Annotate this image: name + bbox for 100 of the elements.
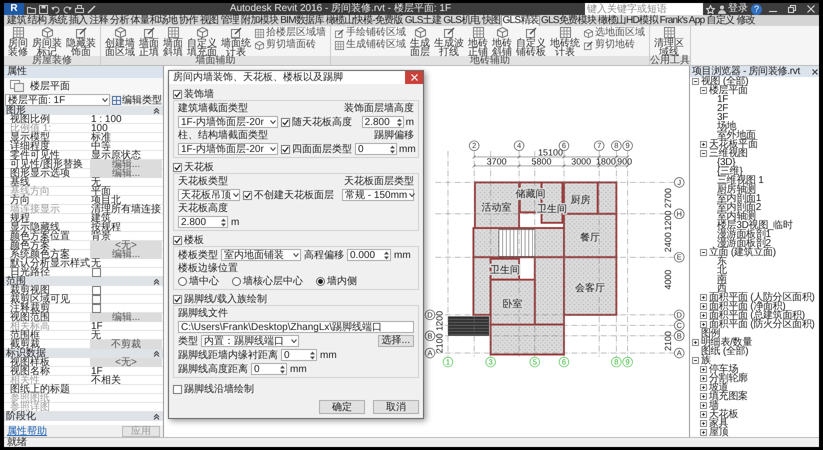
property-button[interactable]: 编辑...: [90, 250, 162, 259]
ribbon-tab[interactable]: GLS机电: [442, 15, 481, 26]
ribbon-button[interactable]: 生成面层: [409, 27, 431, 57]
close-icon[interactable]: [812, 68, 818, 74]
sign-in-button[interactable]: 登录: [718, 3, 748, 15]
tree-item[interactable]: 天花板平面: [709, 140, 758, 149]
ribbon-button[interactable]: 生成波打线: [433, 27, 465, 57]
tree-item[interactable]: 室内轴测: [717, 212, 756, 221]
tree-item[interactable]: 立面 (建筑立面): [709, 248, 776, 257]
dialog-button[interactable]: 确定: [319, 400, 365, 414]
ribbon-tab[interactable]: 建筑: [6, 15, 27, 26]
ribbon-button[interactable]: 地砖正铺: [467, 27, 489, 57]
property-button[interactable]: <无>: [90, 241, 162, 250]
redo-icon[interactable]: [63, 4, 72, 14]
tree-item[interactable]: 室外地面: [717, 131, 756, 140]
number-field[interactable]: 0: [251, 363, 287, 375]
help-button[interactable]: ?: [751, 4, 762, 14]
property-button[interactable]: 编辑...: [90, 169, 162, 178]
tree-item[interactable]: 族: [701, 356, 711, 365]
tree-item[interactable]: 北: [717, 266, 727, 275]
search-field[interactable]: 键入关键字或短语: [585, 3, 703, 15]
ribbon-button[interactable]: 自定义填充面: [186, 27, 218, 57]
tree-item[interactable]: 面积平面 (防火分区面积): [709, 320, 815, 329]
ribbon-tab[interactable]: GLS土建: [404, 15, 442, 26]
ribbon-button[interactable]: 生成铺砖区域: [334, 40, 407, 50]
expand-icon[interactable]: [700, 420, 707, 427]
tree-item[interactable]: 场地: [717, 122, 736, 131]
ribbon-button[interactable]: 剪切地砖: [583, 40, 646, 50]
collapse-icon[interactable]: [700, 150, 707, 157]
ribbon-tab[interactable]: 橄榄山快模-免费版: [324, 15, 404, 26]
checkbox[interactable]: [173, 236, 182, 244]
tree-item[interactable]: 图例: [701, 329, 720, 338]
expand-icon[interactable]: [700, 141, 707, 148]
ribbon-button[interactable]: 手绘铺砖区域: [334, 28, 407, 38]
expand-icon[interactable]: [700, 411, 707, 418]
expand-icon[interactable]: [700, 402, 707, 409]
ribbon-tab[interactable]: 分析: [109, 15, 130, 26]
tree-item[interactable]: 停车场: [709, 365, 738, 374]
ribbon-tab[interactable]: BIM数据库: [279, 15, 325, 26]
expand-icon[interactable]: [700, 375, 707, 382]
dropdown[interactable]: 常规 - 150mm: [342, 189, 414, 201]
app-menu-button[interactable]: R: [4, 3, 24, 15]
ribbon-tab[interactable]: 修改: [735, 15, 756, 26]
collapse-icon[interactable]: [153, 413, 160, 420]
expand-icon[interactable]: [700, 429, 707, 436]
tree-item[interactable]: 漫游面板剖1: [717, 230, 771, 239]
dialog-button[interactable]: 取消: [373, 400, 419, 414]
property-button[interactable]: 编辑...: [90, 313, 162, 322]
ribbon-tab[interactable]: 管理: [219, 15, 240, 26]
browse-button[interactable]: 选择...: [378, 335, 414, 347]
tree-item[interactable]: 三维视图: [709, 149, 748, 158]
ribbon-tab[interactable]: Frank's App: [658, 15, 706, 26]
checkbox[interactable]: [92, 286, 101, 295]
tree-item[interactable]: 屋顶: [709, 428, 728, 437]
tree-item[interactable]: {3D}: [717, 158, 736, 167]
undo-icon[interactable]: [51, 4, 60, 14]
save-icon[interactable]: [39, 4, 48, 14]
expand-icon[interactable]: [700, 294, 707, 301]
property-button[interactable]: 编辑...: [90, 160, 162, 169]
checkbox[interactable]: [173, 90, 182, 98]
ribbon-tab[interactable]: 系统: [47, 15, 68, 26]
tree-item[interactable]: 坡道: [709, 383, 728, 392]
ribbon-tab[interactable]: GLS免费模块: [540, 15, 598, 26]
checkbox[interactable]: [173, 162, 182, 172]
ribbon-tab[interactable]: 注释: [88, 15, 110, 26]
expand-icon[interactable]: [692, 339, 699, 346]
ribbon-button[interactable]: 自定义铺砖板: [515, 27, 547, 57]
ribbon-button[interactable]: 剪切墙面砖: [254, 40, 327, 50]
checkbox[interactable]: [173, 384, 182, 394]
tree-item[interactable]: 1F: [717, 95, 728, 104]
checkbox[interactable]: [92, 295, 101, 304]
dropdown[interactable]: 室内地面铺装: [221, 249, 301, 261]
print-icon[interactable]: [75, 4, 84, 14]
tree-item[interactable]: 明细表/数量: [701, 338, 752, 347]
ribbon-tab[interactable]: 结构: [26, 15, 48, 26]
dropdown[interactable]: 天花板吊顶: [178, 189, 240, 201]
tree-item[interactable]: 视图 (全部): [701, 77, 748, 86]
tree-item[interactable]: 面积平面 (人防分区面积): [709, 293, 815, 302]
collapse-icon[interactable]: [153, 278, 160, 285]
edit-type-button[interactable]: 编辑类型: [112, 94, 162, 106]
tree-item[interactable]: 墙: [709, 401, 719, 410]
expand-icon[interactable]: [700, 393, 707, 400]
number-field[interactable]: 2.800: [362, 116, 404, 128]
tree-item[interactable]: 室内剖面2: [717, 203, 762, 212]
expand-icon[interactable]: [700, 303, 707, 310]
ribbon-button[interactable]: 墙面斜填: [162, 27, 184, 57]
checkbox[interactable]: [281, 118, 290, 126]
expand-icon[interactable]: [700, 321, 707, 328]
tree-item[interactable]: 三维视图 1: [717, 176, 764, 185]
close-button[interactable]: [405, 71, 423, 84]
checkbox[interactable]: [92, 268, 101, 277]
ribbon-tab[interactable]: 附加模块: [240, 15, 280, 26]
tree-item[interactable]: 分割轮廓: [709, 374, 748, 383]
ribbon-button[interactable]: 地砖统计表: [549, 27, 581, 57]
tree-item[interactable]: 3F: [717, 113, 728, 122]
ribbon-button[interactable]: 创建墙面区域: [104, 27, 136, 57]
tree-item[interactable]: 西: [717, 284, 727, 293]
help-link[interactable]: 属性帮助: [7, 426, 47, 436]
ribbon-tab[interactable]: 视图: [198, 15, 220, 26]
ribbon-tab[interactable]: 快图: [480, 15, 502, 26]
